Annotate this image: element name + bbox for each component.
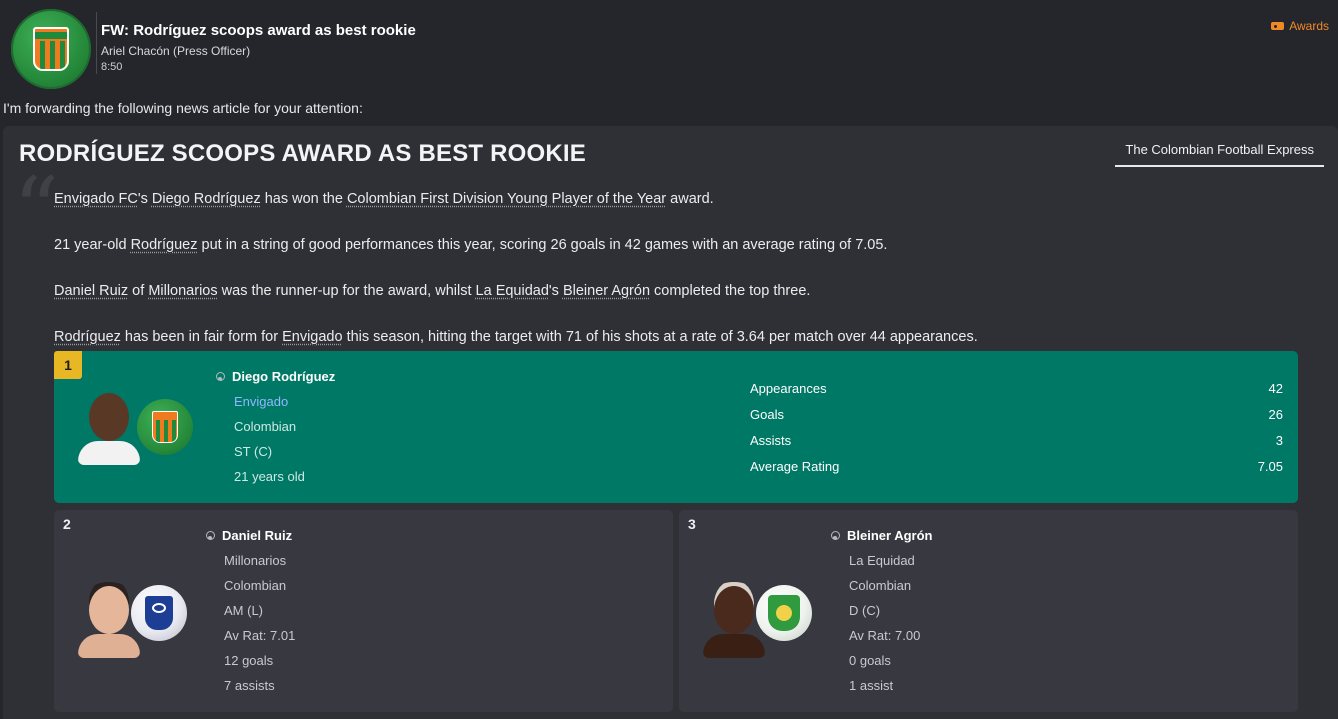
stat-row-assists: Assists 3 xyxy=(750,433,1283,448)
player-face-icon[interactable] xyxy=(703,582,765,658)
runner-up-card[interactable]: 2 Daniel Ruiz Millonarios Colombian AM (… xyxy=(54,510,673,712)
millonarios-crest-icon[interactable] xyxy=(131,585,187,641)
forward-note: I'm forwarding the following news articl… xyxy=(3,100,363,116)
person-icon xyxy=(831,531,840,540)
awards-tag-label: Awards xyxy=(1289,19,1329,33)
player-link[interactable]: Rodríguez xyxy=(131,237,198,253)
header-divider xyxy=(96,12,97,74)
runner-rating: Av Rat: 7.01 xyxy=(224,628,296,643)
club-link[interactable]: Envigado FC xyxy=(54,191,138,207)
player-face-icon[interactable] xyxy=(78,389,140,465)
winner-age: 21 years old xyxy=(234,469,305,484)
person-icon xyxy=(206,531,215,540)
third-place-position: D (C) xyxy=(849,603,881,618)
runner-position: AM (L) xyxy=(224,603,263,618)
third-place-goals: 0 goals xyxy=(849,653,891,668)
player-link[interactable]: Bleiner Agrón xyxy=(563,283,650,299)
club-link[interactable]: Envigado xyxy=(282,329,342,345)
stat-row-goals: Goals 26 xyxy=(750,407,1283,422)
third-place-name[interactable]: Bleiner Agrón xyxy=(831,528,932,543)
player-link[interactable]: Daniel Ruiz xyxy=(54,283,128,299)
club-link[interactable]: La Equidad xyxy=(476,283,549,299)
article-headline: RODRÍGUEZ SCOOPS AWARD AS BEST ROOKIE xyxy=(19,140,587,167)
club-link[interactable]: Millonarios xyxy=(148,283,217,299)
third-place-assists: 1 assist xyxy=(849,678,894,693)
message-sender[interactable]: Ariel Chacón (Press Officer) xyxy=(101,44,250,58)
article-paragraph-4: Rodríguez has been in fair form for Envi… xyxy=(54,329,978,345)
runner-club[interactable]: Millonarios xyxy=(224,553,286,568)
message-subject: FW: Rodríguez scoops award as best rooki… xyxy=(101,22,416,39)
winner-name[interactable]: Diego Rodríguez xyxy=(216,369,335,384)
player-link[interactable]: Rodríguez xyxy=(54,329,121,345)
person-icon xyxy=(216,372,225,381)
awards-tag-link[interactable]: Awards xyxy=(1271,19,1329,33)
rank-number: 3 xyxy=(688,516,696,532)
tag-icon xyxy=(1271,22,1285,30)
runner-goals: 12 goals xyxy=(224,653,274,668)
stat-row-average-rating: Average Rating 7.05 xyxy=(750,459,1283,474)
message-time: 8:50 xyxy=(101,61,123,73)
third-place-nationality: Colombian xyxy=(849,578,912,593)
article-paragraph-1: Envigado FC's Diego Rodríguez has won th… xyxy=(54,191,714,207)
news-article: RODRÍGUEZ SCOOPS AWARD AS BEST ROOKIE Th… xyxy=(3,126,1338,719)
winner-position: ST (C) xyxy=(234,444,273,459)
player-link[interactable]: Diego Rodríguez xyxy=(152,191,261,207)
winner-card[interactable]: 1 Diego Rodríguez Envigado Colombian ST … xyxy=(54,351,1298,503)
envigado-crest-icon[interactable] xyxy=(137,399,193,455)
article-paragraph-2: 21 year-old Rodríguez put in a string of… xyxy=(54,237,888,253)
runner-nationality: Colombian xyxy=(224,578,287,593)
message-header: FW: Rodríguez scoops award as best rooki… xyxy=(0,0,1338,95)
la-equidad-crest-icon[interactable] xyxy=(756,585,812,641)
runner-name[interactable]: Daniel Ruiz xyxy=(206,528,292,543)
envigado-crest-icon[interactable] xyxy=(11,9,91,89)
winner-nationality: Colombian xyxy=(234,419,297,434)
stat-row-appearances: Appearances 42 xyxy=(750,381,1283,396)
quote-icon: “ xyxy=(13,158,60,263)
article-paragraph-3: Daniel Ruiz of Millonarios was the runne… xyxy=(54,283,811,299)
third-place-card[interactable]: 3 Bleiner Agrón La Equidad Colombian D (… xyxy=(679,510,1298,712)
runner-assists: 7 assists xyxy=(224,678,275,693)
award-link[interactable]: Colombian First Division Young Player of… xyxy=(347,191,666,207)
source-tab[interactable]: The Colombian Football Express xyxy=(1115,138,1324,167)
rank-badge: 1 xyxy=(54,351,82,379)
rank-number: 2 xyxy=(63,516,71,532)
third-place-rating: Av Rat: 7.00 xyxy=(849,628,921,643)
third-place-club[interactable]: La Equidad xyxy=(849,553,915,568)
player-face-icon[interactable] xyxy=(78,582,140,658)
winner-club-link[interactable]: Envigado xyxy=(234,394,288,409)
